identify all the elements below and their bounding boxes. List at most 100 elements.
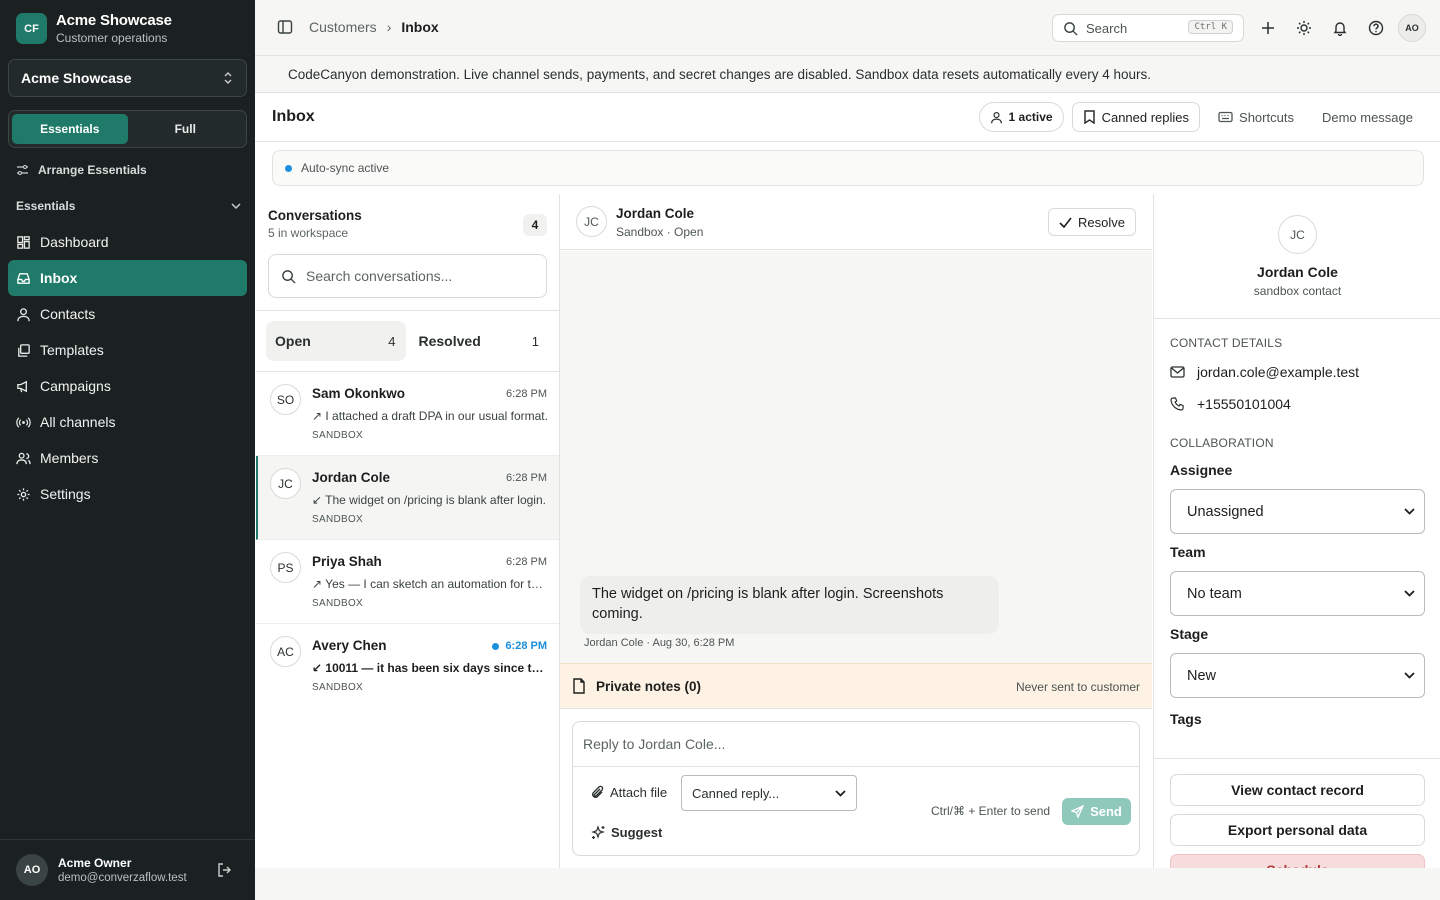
private-notes-toggle[interactable]: Private notes (0) Never sent to customer: [560, 663, 1152, 709]
canned-replies-button[interactable]: Canned replies: [1071, 102, 1201, 132]
sync-dot-icon: [285, 164, 292, 172]
send-icon: [1071, 805, 1085, 818]
avatar: JC: [270, 468, 301, 499]
conversation-search-input[interactable]: Search conversations...: [268, 254, 547, 298]
theme-toggle-button[interactable]: [1290, 14, 1318, 42]
sidebar-item-inbox[interactable]: Inbox: [8, 260, 247, 296]
check-icon: [1059, 217, 1072, 228]
arrange-essentials-button[interactable]: Arrange Essentials: [16, 163, 147, 177]
canned-reply-select[interactable]: Canned reply...: [681, 775, 857, 811]
workspace-name: Acme Showcase: [21, 70, 132, 86]
message-thread: The widget on /pricing is blank after lo…: [560, 251, 1152, 663]
notifications-button[interactable]: [1326, 14, 1354, 42]
sidebar-item-contacts[interactable]: Contacts: [8, 296, 247, 332]
team-value: No team: [1187, 585, 1242, 602]
user-icon: [17, 307, 30, 321]
avatar: SO: [270, 384, 301, 415]
avatar: AC: [270, 636, 301, 667]
keyboard-icon: [1218, 111, 1233, 123]
reply-input[interactable]: Reply to Jordan Cole...: [573, 722, 1139, 767]
attach-file-button[interactable]: Attach file: [591, 785, 667, 800]
view-contact-record-button[interactable]: View contact record: [1170, 774, 1425, 806]
tab-count: 4: [388, 333, 396, 349]
sidebar-item-label: Inbox: [40, 270, 78, 286]
help-button[interactable]: [1362, 14, 1390, 42]
avatar: JC: [576, 206, 607, 237]
schedule-deletion-button[interactable]: Schedule: [1170, 854, 1425, 868]
section-essentials[interactable]: Essentials: [16, 199, 242, 213]
chevron-down-icon: [231, 203, 241, 210]
conversation-tag: SANDBOX: [312, 598, 364, 609]
sidebar-item-members[interactable]: Members: [8, 440, 247, 476]
sidebar-item-label: Members: [40, 450, 99, 466]
sidebar-item-all-channels[interactable]: All channels: [8, 404, 247, 440]
breadcrumb-customers[interactable]: Customers: [309, 19, 377, 35]
sidebar-item-dashboard[interactable]: Dashboard: [8, 224, 247, 260]
contact-email-row[interactable]: jordan.cole@example.test: [1170, 364, 1359, 380]
contact-phone-row[interactable]: +15550101004: [1170, 396, 1291, 412]
stage-select[interactable]: New: [1170, 653, 1425, 698]
list-item[interactable]: SO Sam Okonkwo 6:28 PM ↗ I attached a dr…: [256, 372, 559, 456]
conversation-preview: ↙ The widget on /pricing is blank after …: [312, 493, 546, 507]
logout-icon[interactable]: [217, 862, 233, 878]
contact-details-heading: CONTACT DETAILS: [1170, 336, 1283, 350]
divider: [1154, 758, 1440, 759]
active-agents-button[interactable]: 1 active: [978, 102, 1064, 132]
members-icon: [16, 452, 31, 464]
list-item[interactable]: AC Avery Chen 6:28 PM ↙ 10011 — it has b…: [256, 624, 559, 708]
avatar[interactable]: AO: [1398, 14, 1426, 42]
sidebar-item-templates[interactable]: Templates: [8, 332, 247, 368]
note-icon: [573, 678, 585, 694]
top-bar: Customers › Inbox Search Ctrl K AO: [255, 0, 1440, 56]
assignee-select[interactable]: Unassigned: [1170, 489, 1425, 534]
shortcuts-label: Shortcuts: [1239, 109, 1294, 125]
chevron-down-icon: [1404, 590, 1415, 597]
tab-open[interactable]: Open 4: [266, 321, 406, 361]
avatar[interactable]: AO: [16, 854, 48, 886]
stage-value: New: [1187, 667, 1217, 684]
demo-message-button[interactable]: Demo message: [1312, 102, 1423, 132]
page-header: Inbox 1 active Canned replies Shortcuts …: [255, 93, 1440, 142]
send-button[interactable]: Send: [1062, 798, 1131, 825]
add-button[interactable]: [1254, 14, 1282, 42]
paperclip-icon: [592, 785, 604, 798]
shortcuts-button[interactable]: Shortcuts: [1208, 102, 1304, 132]
list-item[interactable]: JC Jordan Cole 6:28 PM ↙ The widget on /…: [256, 456, 559, 540]
conversation-list-header: Conversations 5 in workspace: [268, 208, 362, 240]
resolve-button[interactable]: Resolve: [1048, 208, 1136, 236]
reply-composer: Reply to Jordan Cole... Attach file Cann…: [572, 721, 1140, 856]
contact-phone: +15550101004: [1197, 396, 1291, 412]
conversation-tabs: Open 4 Resolved 1: [256, 310, 559, 372]
conversation-name: Priya Shah: [312, 554, 382, 569]
chat-header: JC Jordan Cole Sandbox · Open Resolve: [560, 194, 1152, 250]
workspace-switcher[interactable]: Acme Showcase: [8, 59, 247, 97]
tab-resolved[interactable]: Resolved 1: [410, 321, 550, 361]
conversation-time: 6:28 PM: [506, 472, 547, 484]
team-select[interactable]: No team: [1170, 571, 1425, 616]
conversation-time: 6:28 PM: [505, 640, 547, 652]
conversation-preview: ↙ 10011 — it has been six days since the…: [312, 661, 548, 675]
export-personal-data-button[interactable]: Export personal data: [1170, 814, 1425, 846]
brand[interactable]: CF Acme Showcase Customer operations: [16, 12, 172, 45]
sidebar-toggle-icon[interactable]: [277, 19, 293, 35]
sidebar-item-label: Templates: [40, 342, 104, 358]
conversation-count-badge: 4: [523, 214, 547, 236]
sidebar-item-settings[interactable]: Settings: [8, 476, 247, 512]
sidebar: CF Acme Showcase Customer operations Acm…: [0, 0, 255, 900]
header-actions: 1 active Canned replies Shortcuts Demo m…: [978, 102, 1423, 132]
list-item[interactable]: PS Priya Shah 6:28 PM ↗ Yes — I can sket…: [256, 540, 559, 624]
sidebar-item-campaigns[interactable]: Campaigns: [8, 368, 247, 404]
send-hint: Ctrl/⌘ + Enter to send: [931, 804, 1051, 818]
global-search[interactable]: Search Ctrl K: [1052, 14, 1244, 42]
page-footer-space: [255, 868, 1440, 900]
demo-banner: CodeCanyon demonstration. Live channel s…: [255, 56, 1440, 93]
mode-essentials-button[interactable]: Essentials: [12, 114, 128, 144]
mode-full-button[interactable]: Full: [128, 114, 244, 144]
conversation-time-unread: 6:28 PM: [492, 640, 547, 652]
breadcrumb: Customers › Inbox: [277, 19, 439, 35]
suggest-button[interactable]: Suggest: [591, 825, 662, 840]
contact-subtitle: sandbox contact: [1253, 284, 1342, 298]
dashboard-icon: [17, 235, 30, 249]
search-icon: [282, 269, 296, 284]
suggest-label: Suggest: [611, 825, 663, 840]
